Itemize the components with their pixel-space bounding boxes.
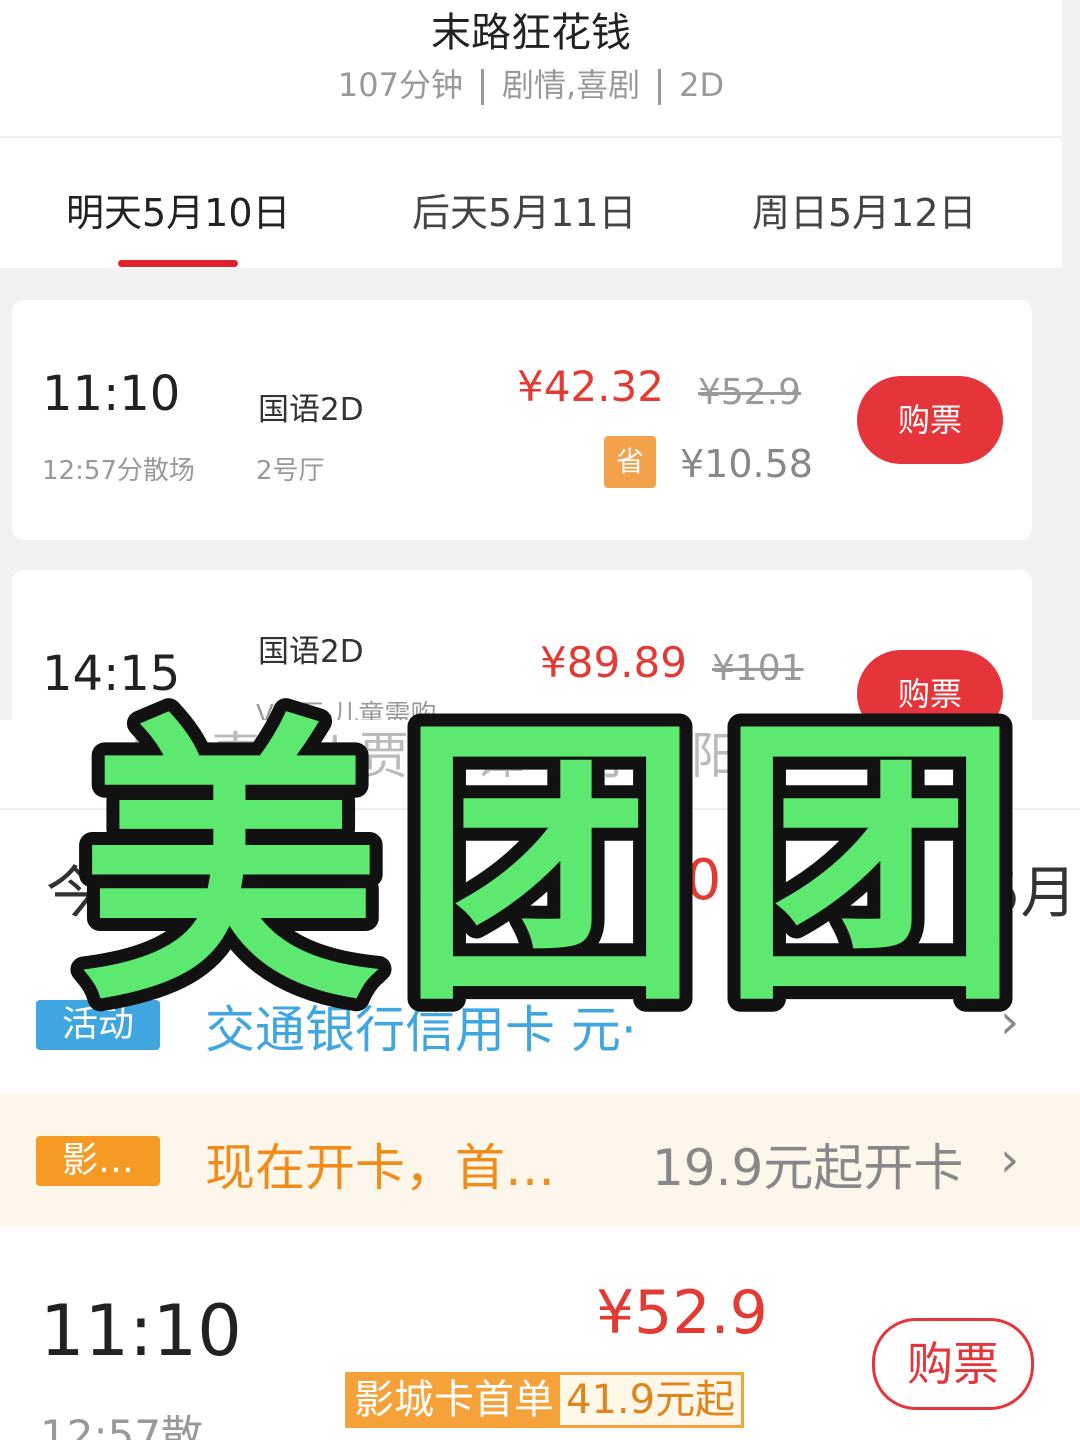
showtime-hall: 2号厅 xyxy=(256,456,325,486)
save-badge: 省 xyxy=(604,436,656,488)
promo-right-text: 19.9元起开卡 xyxy=(652,1139,964,1197)
activity-row[interactable]: 活动 交通银行信用卡 元· › xyxy=(0,960,1080,1092)
buy-ticket-button[interactable]: 购票 xyxy=(872,1318,1034,1410)
showtime-end: 12:57散 xyxy=(40,1411,204,1440)
showtime-language: 国语2D xyxy=(258,392,364,428)
badge-right: 41.9元起 xyxy=(560,1375,742,1425)
activity-tag: 活动 xyxy=(36,1000,160,1050)
active-tab-indicator xyxy=(118,260,238,267)
movie-title: 末路狂花钱 xyxy=(431,10,631,56)
showtime-screen-bottom: 1 | 喜剧 | 贾冰 谭卓,小沈阳 今天 日 10 5月 活动 交通银行信用卡… xyxy=(0,720,1080,1440)
showtime-hall: VIP厅-儿童需购 xyxy=(256,700,437,720)
showtime-end: 12:57分散场 xyxy=(42,456,195,486)
date-tabs: 明天5月10日 后天5月11日 周日5月12日 xyxy=(0,138,1062,268)
meta-divider xyxy=(480,69,484,105)
meta-text: | 喜剧 | 贾冰 谭卓,小沈阳 xyxy=(177,727,741,785)
promo-tag: 影… xyxy=(36,1136,160,1186)
showtime-language: 国语2D xyxy=(258,634,364,670)
tab-date-sunday[interactable]: 周日5月12日 xyxy=(752,182,977,237)
showtime-original-price: ¥101 xyxy=(712,648,804,689)
showtime-card[interactable]: 11:10 12:57分散场 国语2D 2号厅 ¥42.32 ¥52.9 省 ¥… xyxy=(12,300,1032,540)
badge-left: 影城卡首单 xyxy=(354,1377,554,1423)
tab-date-today[interactable]: 今天 xyxy=(46,848,158,929)
tab-date-active-fragment[interactable]: 10 xyxy=(650,848,721,913)
showtime-price: ¥52.9 xyxy=(596,1278,768,1348)
buy-ticket-button[interactable]: 购票 xyxy=(857,650,1003,720)
chevron-right-icon: › xyxy=(1000,1132,1020,1188)
card-promo-row[interactable]: 影… 现在开卡，首… 19.9元起开卡 › xyxy=(0,1094,1080,1226)
movie-meta: 107分钟 剧情,喜剧 2D xyxy=(0,60,1062,106)
showtime-screen-top: 末路狂花钱 107分钟 剧情,喜剧 2D 明天5月10日 后天5月11日 周日5月1… xyxy=(0,0,1080,720)
chevron-right-icon: › xyxy=(1000,994,1020,1050)
showtime-start: 11:10 xyxy=(40,1290,242,1372)
tab-date-tomorrow[interactable]: 明天5月10日 xyxy=(66,182,291,237)
meta-divider xyxy=(658,69,662,105)
movie-duration: 107分钟 xyxy=(337,66,463,104)
buy-ticket-button[interactable]: 购票 xyxy=(857,376,1003,464)
movie-format: 2D xyxy=(679,66,725,104)
promo-text: 现在开卡，首… xyxy=(205,1139,555,1197)
movie-header: 末路狂花钱 107分钟 剧情,喜剧 2D xyxy=(0,0,1062,138)
movie-meta-partial: 1 | 喜剧 | 贾冰 谭卓,小沈阳 xyxy=(130,720,741,788)
showtime-start: 11:10 xyxy=(42,366,181,422)
movie-genre: 剧情,喜剧 xyxy=(501,66,641,104)
showtime-card[interactable]: 14:15 国语2D VIP厅-儿童需购 ¥89.89 ¥101 购票 xyxy=(12,570,1032,720)
activity-text: 交通银行信用卡 元· xyxy=(205,1001,637,1059)
tab-date-fragment[interactable]: 5月 xyxy=(985,848,1077,929)
meta-lead: 1 xyxy=(130,727,162,785)
cinema-card-badge: 影城卡首单 41.9元起 xyxy=(345,1372,745,1428)
showtime-price: ¥89.89 xyxy=(540,638,687,687)
showtime-original-price: ¥52.9 xyxy=(698,372,802,413)
date-tabs-partial: 今天 日 10 5月 xyxy=(0,808,1080,962)
tab-date-day-after[interactable]: 后天5月11日 xyxy=(412,182,637,237)
showtime-start: 14:15 xyxy=(42,646,181,702)
tab-date-fragment[interactable]: 日 xyxy=(318,848,374,929)
saved-amount: ¥10.58 xyxy=(680,442,813,486)
showtime-price: ¥42.32 xyxy=(517,362,664,411)
